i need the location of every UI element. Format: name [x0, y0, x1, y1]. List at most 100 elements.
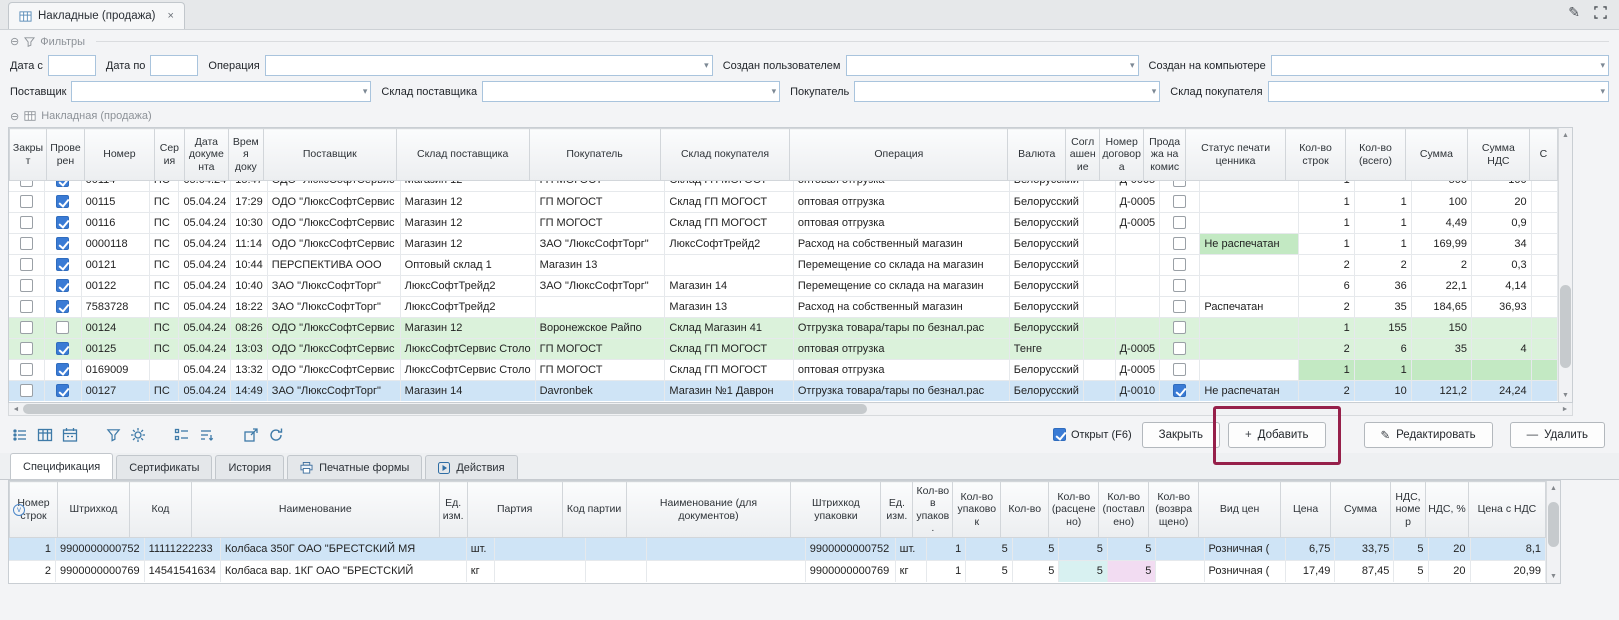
col-header-checked[interactable]: Проверен	[46, 129, 84, 181]
col-header-sum[interactable]: Сумма	[1331, 482, 1391, 538]
tab-history[interactable]: История	[215, 455, 284, 479]
date-from-input[interactable]	[48, 55, 96, 76]
date-from-field[interactable]	[49, 56, 95, 75]
open-f6-checkbox[interactable]: Открыт (F6)	[1053, 428, 1132, 441]
commission-checkbox[interactable]	[1173, 321, 1186, 334]
closed-checkbox[interactable]	[20, 300, 33, 313]
invoice-row[interactable]: 00116ПС05.04.2410:30ОДО "ЛюксСофтСервисМ…	[9, 212, 1558, 233]
chevron-down-icon[interactable]: ▾	[363, 87, 371, 96]
checked-checkbox[interactable]	[56, 195, 69, 208]
col-header-supplier[interactable]: Поставщик	[263, 129, 396, 181]
list-view-icon[interactable]	[12, 427, 28, 443]
checked-checkbox[interactable]	[56, 181, 69, 187]
chevron-down-icon[interactable]: ▾	[1600, 87, 1608, 96]
col-header-series[interactable]: Серия	[154, 129, 184, 181]
col-header-commission[interactable]: Продажа на комис	[1144, 129, 1186, 181]
scroll-down-icon[interactable]: ▼	[1547, 569, 1560, 583]
chevron-down-icon[interactable]: ▾	[1152, 87, 1160, 96]
tab-invoices-sale[interactable]: Накладные (продажа) ×	[8, 2, 185, 29]
scroll-track[interactable]	[1559, 142, 1572, 388]
supplier-store-field[interactable]	[483, 82, 771, 101]
add-button[interactable]: +Добавить	[1228, 422, 1326, 448]
close-button[interactable]: Закрыть	[1142, 422, 1220, 448]
invoice-row[interactable]: 016900905.04.2413:32ОДО "ЛюксСофтСервисЛ…	[9, 359, 1558, 380]
invoice-row[interactable]: 7583728ПС05.04.2418:22ЗАО "ЛюксСофтТорг"…	[9, 296, 1558, 317]
checked-checkbox[interactable]	[56, 237, 69, 250]
closed-checkbox[interactable]	[20, 237, 33, 250]
tab-specification[interactable]: Спецификация	[10, 453, 113, 479]
checked-checkbox[interactable]	[56, 321, 69, 334]
operation-combobox[interactable]: ▾	[265, 55, 713, 76]
col-header-pack_unit[interactable]: Ед. изм.	[881, 482, 913, 538]
chevron-down-icon[interactable]: ▾	[772, 87, 780, 96]
col-header-agreement[interactable]: Соглашение	[1066, 129, 1100, 181]
col-header-code[interactable]: Код	[129, 482, 191, 538]
col-header-batch_code[interactable]: Код партии	[562, 482, 626, 538]
commission-checkbox[interactable]	[1173, 216, 1186, 229]
supplier-input[interactable]: ▾	[71, 81, 371, 102]
scroll-up-icon[interactable]: ▲	[1559, 128, 1572, 142]
commission-checkbox[interactable]	[1173, 300, 1186, 313]
delete-button[interactable]: —Удалить	[1510, 422, 1605, 448]
buyer-store-input[interactable]: ▾	[1268, 81, 1609, 102]
col-header-line_no[interactable]: vНомер строк	[10, 482, 58, 538]
spec-vertical-scrollbar[interactable]: ▲ ▼	[1546, 481, 1560, 583]
col-header-price[interactable]: Цена	[1281, 482, 1331, 538]
created-on-input[interactable]: ▾	[1271, 55, 1609, 76]
col-header-qty_per_pack[interactable]: Кол-во в упаков.	[913, 482, 953, 538]
buyer-input[interactable]: ▾	[854, 81, 1160, 102]
date-to-input[interactable]	[150, 55, 198, 76]
closed-checkbox[interactable]	[20, 342, 33, 355]
collapse-filters-icon[interactable]: ⊖	[10, 35, 19, 48]
invoice-row[interactable]: 00115ПС05.04.2417:29ОДО "ЛюксСофтСервисМ…	[9, 191, 1558, 212]
collapse-grid-icon[interactable]: ⊖	[10, 110, 19, 123]
commission-checkbox[interactable]	[1173, 384, 1186, 397]
col-header-currency[interactable]: Валюта	[1008, 129, 1066, 181]
col-header-price_type[interactable]: Вид цен	[1199, 482, 1281, 538]
col-header-closed[interactable]: Закрыт	[10, 129, 47, 181]
col-header-number[interactable]: Номер	[84, 129, 154, 181]
scroll-down-icon[interactable]: ▼	[1559, 388, 1572, 402]
col-header-qty_returned[interactable]: Кол-во (возвращено)	[1149, 482, 1199, 538]
buyer-store-field[interactable]	[1269, 82, 1601, 101]
gear-icon[interactable]	[130, 427, 146, 443]
col-header-pack_barcode[interactable]: Штрихкод упаковки	[791, 482, 881, 538]
col-header-print_status[interactable]: Статус печати ценника	[1186, 129, 1286, 181]
spec-row[interactable]: 2990000000076914541541634Колбаса вар. 1К…	[9, 560, 1546, 582]
commission-checkbox[interactable]	[1173, 195, 1186, 208]
col-header-packs[interactable]: Кол-во упаковок	[953, 482, 1001, 538]
checked-checkbox[interactable]	[56, 216, 69, 229]
closed-checkbox[interactable]	[20, 258, 33, 271]
refresh-icon[interactable]	[268, 427, 284, 443]
col-header-contract[interactable]: Номер договора	[1100, 129, 1144, 181]
col-header-batch[interactable]: Партия	[467, 482, 562, 538]
col-header-buyer[interactable]: Покупатель	[529, 129, 660, 181]
filter-icon[interactable]	[106, 427, 121, 442]
main-horizontal-scrollbar[interactable]: ◄ ►	[8, 403, 1573, 416]
col-header-qty_priced[interactable]: Кол-во (расценено)	[1049, 482, 1099, 538]
scroll-thumb[interactable]	[1548, 502, 1559, 546]
tab-print-forms[interactable]: Печатные формы	[287, 455, 422, 479]
checked-checkbox[interactable]	[56, 384, 69, 397]
created-on-field[interactable]	[1272, 56, 1601, 75]
expand-icon[interactable]	[1594, 6, 1607, 19]
col-header-operation[interactable]: Операция	[790, 129, 1008, 181]
created-by-field[interactable]	[847, 56, 1130, 75]
commission-checkbox[interactable]	[1173, 279, 1186, 292]
closed-checkbox[interactable]	[20, 321, 33, 334]
col-header-qty[interactable]: Кол-во	[1001, 482, 1049, 538]
sort-list-icon[interactable]	[199, 427, 215, 443]
spec-row[interactable]: 1990000000075211111222233Колбаса 350Г ОА…	[9, 538, 1546, 560]
scroll-right-icon[interactable]: ►	[1558, 406, 1572, 413]
checked-checkbox[interactable]	[56, 279, 69, 292]
closed-checkbox[interactable]	[20, 363, 33, 376]
checked-checkbox[interactable]	[56, 363, 69, 376]
col-header-doc_date[interactable]: Дата документа	[184, 129, 228, 181]
checked-checkbox[interactable]	[56, 258, 69, 271]
operation-field[interactable]	[266, 56, 704, 75]
col-header-lines[interactable]: Кол-во строк	[1286, 129, 1346, 181]
col-header-price_vat[interactable]: Цена с НДС	[1468, 482, 1545, 538]
col-header-vat_sum[interactable]: Сумма НДС	[1467, 129, 1529, 181]
invoice-row[interactable]: 00127ПС05.04.2414:49ЗАО "ЛюксСофтТорг"Ма…	[9, 380, 1558, 401]
col-header-c[interactable]: С	[1529, 129, 1557, 181]
